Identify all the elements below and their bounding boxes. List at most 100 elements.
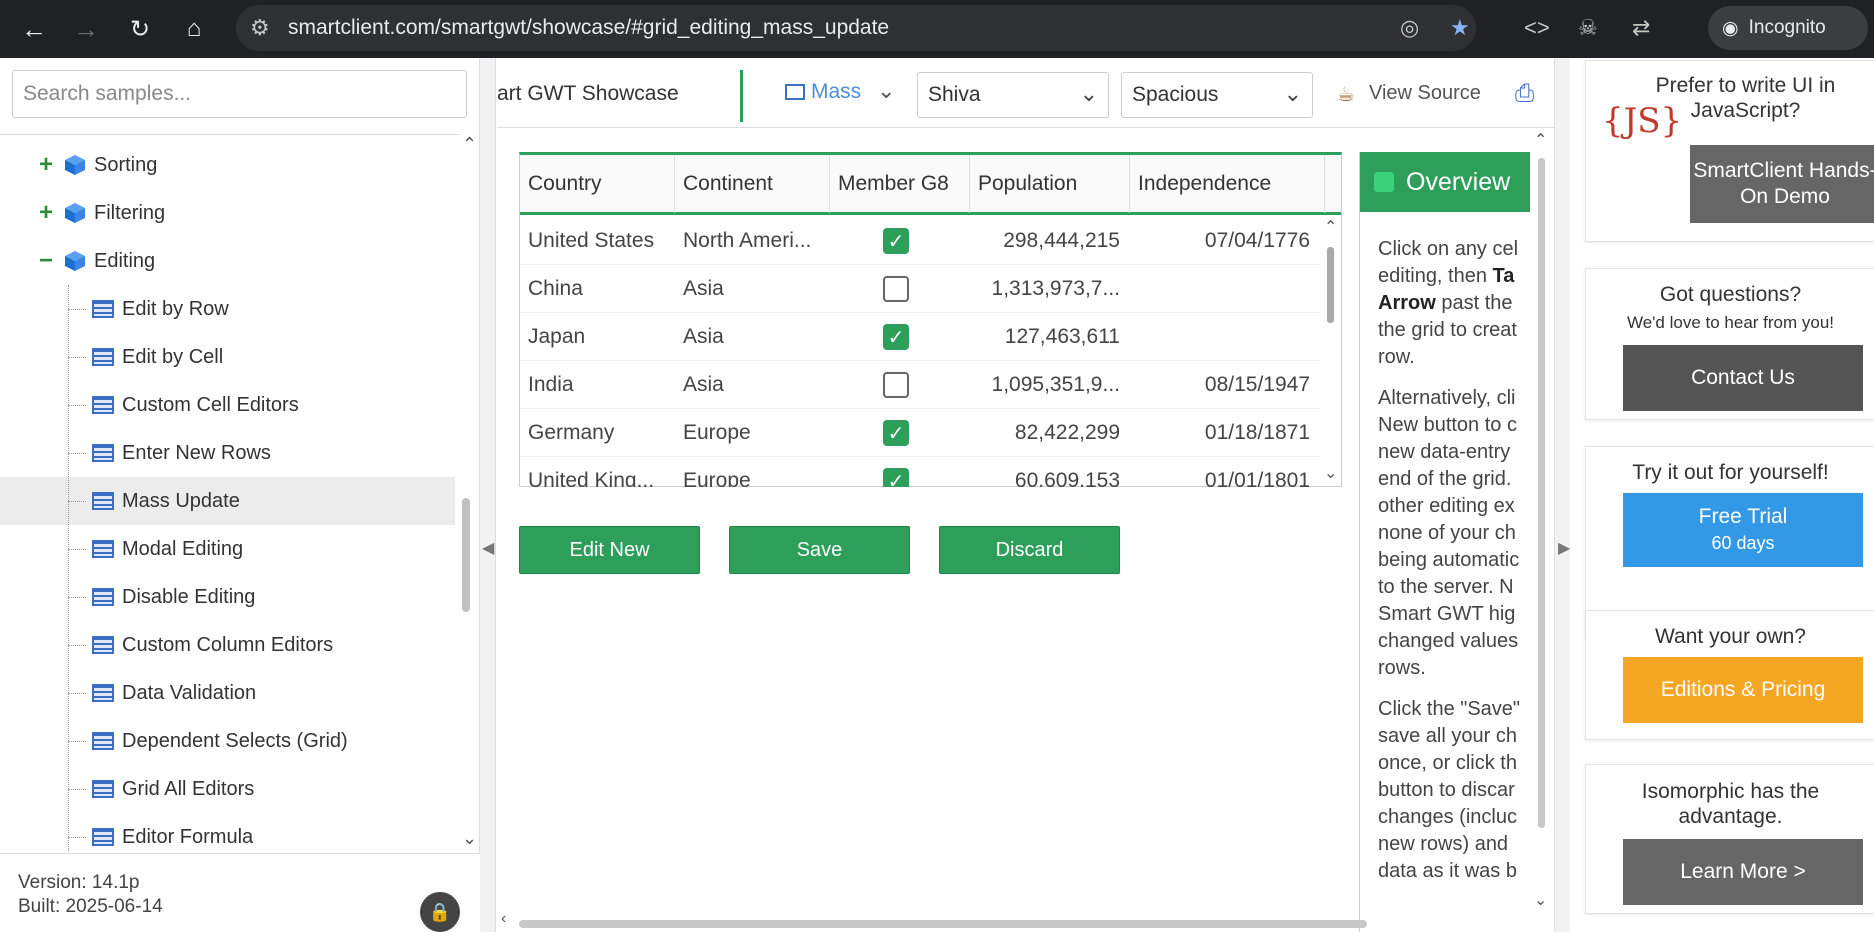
grid-scrollbar[interactable]: ⌃ ⌄ — [1321, 217, 1341, 487]
cell-country[interactable]: United States — [528, 217, 673, 265]
grid-scroll-thumb[interactable] — [1327, 247, 1334, 323]
scroll-down-icon[interactable]: ⌄ — [1324, 463, 1337, 483]
tree-item-editing[interactable]: − Editing — [0, 237, 455, 285]
table-row[interactable]: Japan Asia ✓ 127,463,611 — [520, 313, 1320, 361]
skin-select[interactable]: Shiva ⌄ — [917, 72, 1109, 118]
overview-header[interactable]: Overview — [1360, 152, 1530, 212]
scroll-up-icon[interactable]: ⌃ — [1324, 217, 1337, 237]
overview-scroll-thumb[interactable] — [1538, 158, 1545, 828]
column-header-independence[interactable]: Independence — [1130, 155, 1325, 213]
reload-icon[interactable]: ↻ — [120, 9, 160, 49]
collapse-left-icon[interactable]: ◀ — [482, 538, 494, 558]
table-row[interactable]: India Asia 1,095,351,9... 08/15/1947 — [520, 361, 1320, 409]
horizontal-scrollbar[interactable]: ‹ — [497, 910, 1554, 932]
incognito-badge[interactable]: ◉ Incognito — [1708, 6, 1868, 50]
lock-icon[interactable]: 🔒 — [420, 892, 460, 932]
column-header-population[interactable]: Population — [970, 155, 1130, 213]
cell-member-g8[interactable] — [883, 361, 923, 409]
collapse-right-icon[interactable]: ▶ — [1558, 538, 1570, 558]
cell-continent[interactable]: Europe — [683, 457, 828, 487]
tree-scrollbar[interactable]: ⌃ ⌄ — [462, 134, 477, 852]
cell-independence[interactable]: 08/15/1947 — [1130, 361, 1310, 409]
tree-item-filtering[interactable]: + Filtering — [0, 189, 455, 237]
save-button[interactable]: Save — [729, 526, 910, 574]
free-trial-button[interactable]: Free Trial 60 days — [1623, 493, 1863, 567]
cell-member-g8[interactable]: ✓ — [883, 409, 923, 457]
cell-country[interactable]: United King... — [528, 457, 673, 487]
column-header-country[interactable]: Country — [520, 155, 675, 213]
cell-member-g8[interactable]: ✓ — [883, 217, 923, 265]
cell-continent[interactable]: North Ameri... — [683, 217, 828, 265]
tree-item-sorting[interactable]: + Sorting — [0, 141, 455, 189]
expand-icon[interactable]: + — [36, 151, 56, 179]
cell-independence[interactable]: 01/01/1801 — [1130, 457, 1310, 487]
cell-continent[interactable]: Europe — [683, 409, 828, 457]
learn-more-button[interactable]: Learn More > — [1623, 839, 1863, 905]
cell-population[interactable]: 60,609,153 — [970, 457, 1120, 487]
translate-icon[interactable]: ⇄ — [1632, 11, 1650, 45]
density-select[interactable]: Spacious ⌄ — [1121, 72, 1313, 118]
view-source-link[interactable]: View Source — [1369, 82, 1481, 105]
column-header-member-g8[interactable]: Member G8 — [830, 155, 970, 213]
cell-member-g8[interactable]: ✓ — [883, 457, 923, 487]
cell-independence[interactable]: 01/18/1871 — [1130, 409, 1310, 457]
checkbox-unchecked[interactable] — [883, 372, 909, 398]
cell-population[interactable]: 298,444,215 — [970, 217, 1120, 265]
chevron-down-icon[interactable]: ⌄ — [877, 78, 895, 104]
current-sample-tab[interactable]: Mass — [811, 80, 861, 104]
column-header-continent[interactable]: Continent — [675, 155, 830, 213]
checkbox-checked[interactable]: ✓ — [883, 228, 909, 254]
tree-scroll-thumb[interactable] — [462, 498, 470, 612]
right-splitter[interactable]: ▶ — [1554, 58, 1570, 932]
cell-independence[interactable] — [1130, 313, 1310, 361]
expand-icon[interactable]: + — [36, 199, 56, 227]
scroll-left-icon[interactable]: ‹ — [501, 910, 506, 928]
bookmark-star-icon[interactable]: ★ — [1450, 11, 1470, 45]
eye-off-icon[interactable]: ◎ — [1400, 11, 1419, 45]
cell-population[interactable]: 82,422,299 — [970, 409, 1120, 457]
table-row[interactable]: Germany Europe ✓ 82,422,299 01/18/1871 — [520, 409, 1320, 457]
site-info-icon[interactable]: ⚙ — [250, 11, 270, 45]
cell-country[interactable]: China — [528, 265, 673, 313]
forward-icon[interactable]: → — [66, 9, 106, 49]
checkbox-checked[interactable]: ✓ — [883, 420, 909, 446]
table-row[interactable]: China Asia 1,313,973,7... — [520, 265, 1320, 313]
home-icon[interactable]: ⌂ — [174, 9, 214, 49]
cell-population[interactable]: 1,095,351,9... — [970, 361, 1120, 409]
checkbox-checked[interactable]: ✓ — [883, 324, 909, 350]
cell-member-g8[interactable]: ✓ — [883, 313, 923, 361]
cell-continent[interactable]: Asia — [683, 265, 828, 313]
scroll-up-icon[interactable]: ⌃ — [462, 134, 477, 155]
extension-icon[interactable]: ☠ — [1578, 11, 1598, 45]
print-icon[interactable]: ⎙ — [1515, 80, 1534, 108]
cell-country[interactable]: Germany — [528, 409, 673, 457]
editions-pricing-button[interactable]: Editions & Pricing — [1623, 657, 1863, 723]
cell-continent[interactable]: Asia — [683, 313, 828, 361]
cell-population[interactable]: 127,463,611 — [970, 313, 1120, 361]
table-row[interactable]: United King... Europe ✓ 60,609,153 01/01/180… — [520, 457, 1320, 487]
edit-new-button[interactable]: Edit New — [519, 526, 700, 574]
cell-country[interactable]: Japan — [528, 313, 673, 361]
discard-button[interactable]: Discard — [939, 526, 1120, 574]
code-icon[interactable]: <> — [1524, 11, 1550, 45]
smartclient-demo-button[interactable]: SmartClient Hands-On Demo — [1690, 145, 1874, 223]
table-row[interactable]: United States North Ameri... ✓ 298,444,215 0… — [520, 217, 1320, 265]
cell-country[interactable]: India — [528, 361, 673, 409]
collapse-icon[interactable]: − — [36, 247, 56, 275]
checkbox-unchecked[interactable] — [883, 276, 909, 302]
url-text[interactable]: smartclient.com/smartgwt/showcase/#grid_… — [288, 11, 889, 45]
cell-continent[interactable]: Asia — [683, 361, 828, 409]
scroll-down-icon[interactable]: ⌄ — [462, 828, 477, 849]
horizontal-scroll-thumb[interactable] — [519, 920, 1367, 928]
cell-member-g8[interactable] — [883, 265, 923, 313]
cell-independence[interactable] — [1130, 265, 1310, 313]
scroll-up-icon[interactable]: ⌃ — [1534, 130, 1547, 150]
cell-population[interactable]: 1,313,973,7... — [970, 265, 1120, 313]
contact-us-button[interactable]: Contact Us — [1623, 345, 1863, 411]
checkbox-checked[interactable]: ✓ — [883, 468, 909, 487]
search-input[interactable]: Search samples... — [12, 70, 467, 118]
left-splitter[interactable]: ◀ — [480, 58, 496, 932]
scroll-down-icon[interactable]: ⌄ — [1534, 890, 1547, 910]
cell-independence[interactable]: 07/04/1776 — [1130, 217, 1310, 265]
back-icon[interactable]: ← — [14, 9, 54, 49]
